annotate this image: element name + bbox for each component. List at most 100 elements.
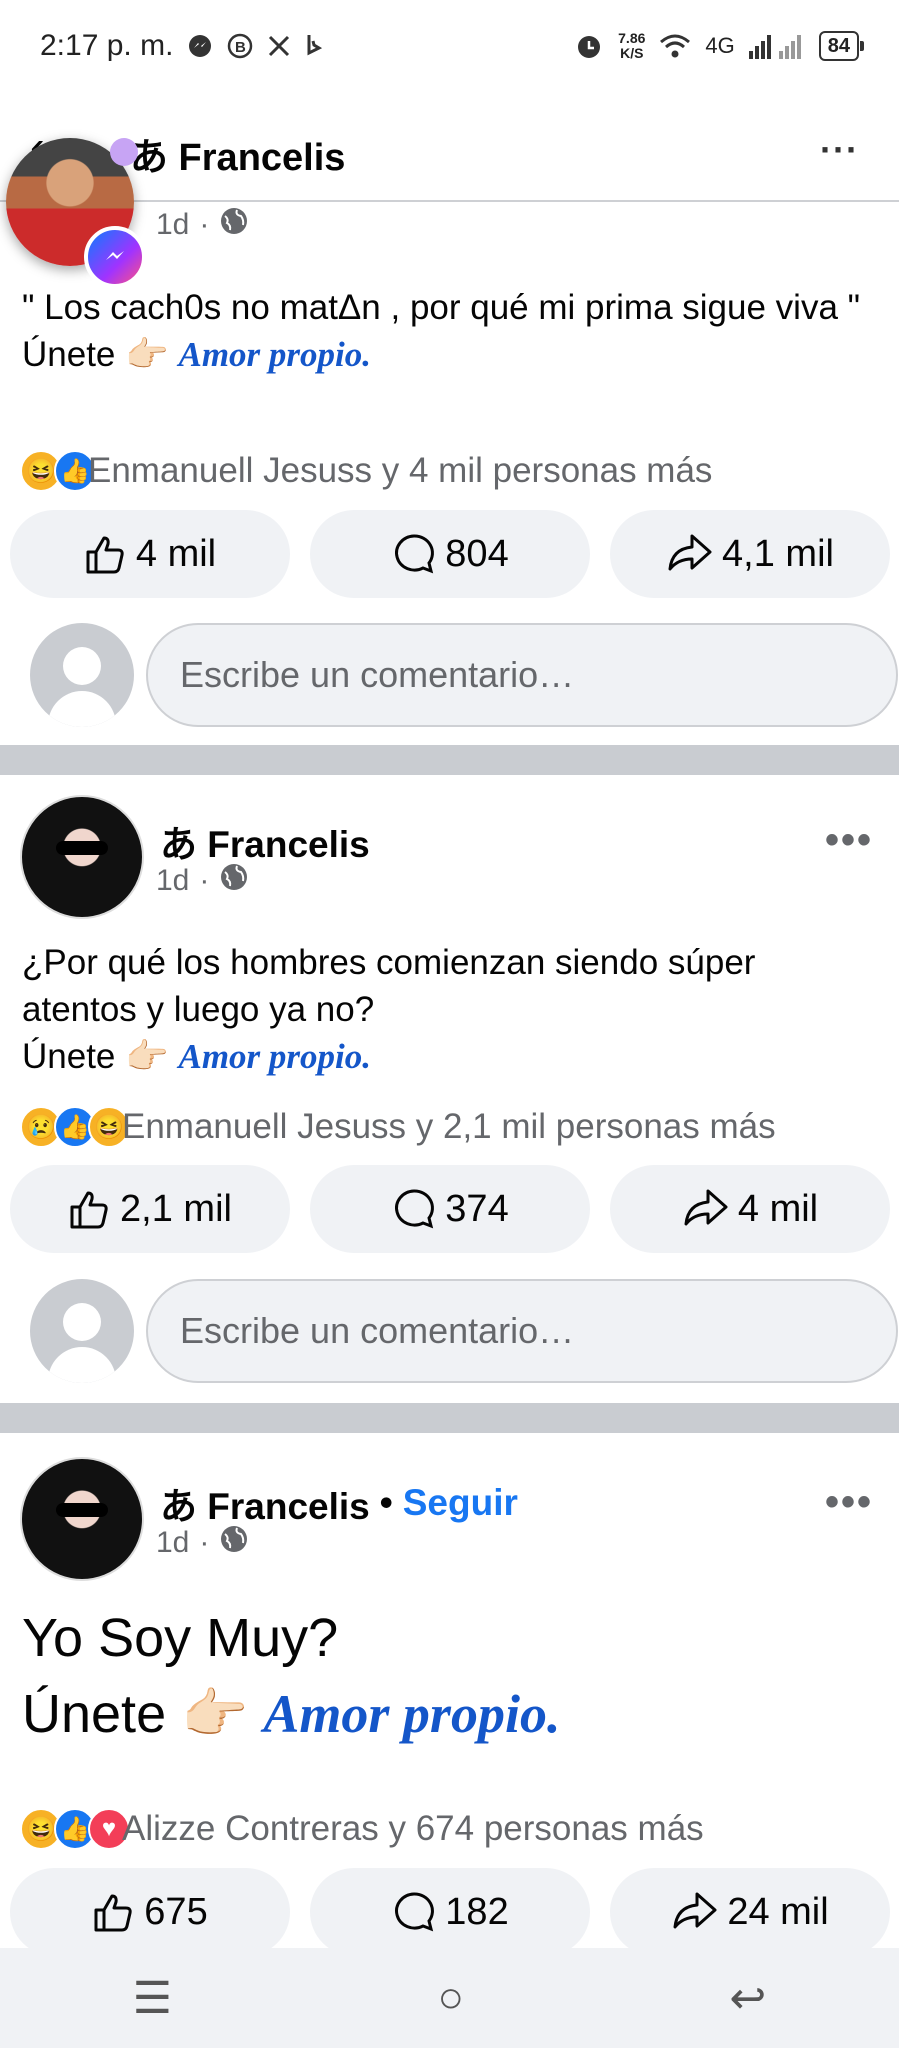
group-link[interactable]: Amor propio.	[178, 1037, 371, 1076]
pointing-emoji: 👉🏻	[181, 1684, 249, 1744]
comment-count: 374	[445, 1187, 509, 1230]
share-button[interactable]: 4,1 mil	[610, 510, 890, 598]
reaction-summary[interactable]: 😆 👍 Enmanuell Jesuss y 4 mil personas má…	[20, 450, 712, 492]
share-arrow-icon	[668, 534, 712, 571]
globe-icon	[219, 1524, 249, 1562]
comment-input[interactable]: Escribe un comentario…	[146, 1279, 898, 1383]
author-avatar[interactable]	[20, 795, 144, 919]
post-separator	[0, 745, 899, 775]
share-count: 4 mil	[737, 1187, 819, 1230]
like-count: 2,1 mil	[120, 1187, 232, 1230]
network-type: 4G	[705, 33, 735, 58]
like-count: 4 mil	[135, 532, 217, 575]
reaction-summary[interactable]: 😢 👍 😆 Enmanuell Jesuss y 2,1 mil persona…	[20, 1106, 776, 1148]
meta-separator: ·	[199, 208, 210, 241]
post-options-button[interactable]: •••	[825, 818, 873, 863]
comment-button[interactable]: 804	[310, 510, 590, 598]
post-text: ¿Por qué los hombres comienzan siendo sú…	[22, 939, 877, 1080]
post-time[interactable]: 1d	[156, 208, 189, 242]
comment-count: 804	[445, 532, 509, 575]
share-button[interactable]: 24 mil	[610, 1868, 890, 1956]
speed-value: 7.86	[618, 30, 646, 46]
group-link[interactable]: Amor propio.	[178, 335, 371, 374]
user-avatar[interactable]	[30, 1279, 134, 1383]
post-options-button[interactable]: •••	[825, 1480, 873, 1525]
clock: 2:17 p. m.	[40, 29, 174, 62]
alarm-icon	[574, 31, 604, 61]
comment-bubble-icon	[395, 534, 435, 574]
home-button[interactable]: ○	[437, 1973, 464, 2023]
x-app-icon	[267, 34, 291, 58]
share-count: 4,1 mil	[722, 532, 834, 575]
battery-indicator: 84	[818, 31, 865, 61]
join-text: Únete	[22, 335, 116, 374]
post-text-line: ¿Por qué los hombres comienzan siendo sú…	[22, 943, 756, 1029]
post-separator	[0, 1403, 899, 1433]
post-text-line: " Los cach0s no matΔn , por qué mi prima…	[22, 288, 861, 327]
like-count: 675	[144, 1890, 208, 1933]
status-bar: 2:17 p. m. B 7.86 K/S 4G 84	[0, 0, 899, 92]
system-nav-bar: ☰ ○ ↩	[0, 1948, 899, 2048]
globe-icon	[219, 206, 249, 244]
author-row: あ Francelis • Seguir	[160, 1476, 518, 1530]
post-actions: 675 182 24 mil	[10, 1868, 890, 1956]
comment-composer: Escribe un comentario…	[30, 1279, 898, 1383]
author-avatar[interactable]	[20, 1457, 144, 1581]
post-actions: 4 mil 804 4,1 mil	[10, 510, 890, 598]
post-actions: 2,1 mil 374 4 mil	[10, 1165, 890, 1253]
share-button[interactable]: 4 mil	[610, 1165, 890, 1253]
join-text: Únete	[22, 1037, 116, 1076]
like-button[interactable]: 4 mil	[10, 510, 290, 598]
speed-unit: K/S	[620, 45, 644, 61]
author-name[interactable]: あ Francelis	[160, 814, 370, 868]
unread-dot	[110, 138, 138, 166]
reactions-text: Enmanuell Jesuss y 2,1 mil personas más	[122, 1107, 776, 1146]
svg-text:B: B	[235, 39, 246, 56]
join-line: Únete 👉🏻 Amor propio.	[22, 1033, 877, 1080]
reactions-text: Enmanuell Jesuss y 4 mil personas más	[88, 451, 713, 490]
bing-icon	[305, 33, 325, 59]
back-button[interactable]: ↩	[729, 1973, 766, 2024]
thumbs-up-icon	[86, 536, 124, 574]
post-text: " Los cach0s no matΔn , por qué mi prima…	[22, 284, 877, 378]
post-time[interactable]: 1d	[156, 1526, 189, 1560]
status-right: 7.86 K/S 4G 84	[574, 31, 865, 61]
post-text: Yo Soy Muy? Únete 👉🏻 Amor propio.	[22, 1600, 877, 1752]
like-button[interactable]: 675	[10, 1868, 290, 1956]
join-line: Únete 👉🏻 Amor propio.	[22, 1676, 877, 1752]
author-name[interactable]: あ Francelis	[160, 1476, 370, 1530]
comment-composer: Escribe un comentario…	[30, 623, 898, 727]
network-speed: 7.86 K/S	[618, 31, 645, 61]
meta-separator: ·	[199, 1526, 210, 1559]
bullet-separator: •	[379, 1482, 393, 1523]
post-meta: 1d ·	[156, 1524, 249, 1562]
follow-button[interactable]: Seguir	[403, 1482, 518, 1524]
comment-button[interactable]: 182	[310, 1868, 590, 1956]
comment-bubble-icon	[395, 1189, 435, 1229]
join-line: Únete 👉🏻 Amor propio.	[22, 331, 877, 378]
post-meta: 1d ·	[156, 206, 249, 244]
recent-apps-button[interactable]: ☰	[133, 1973, 172, 2024]
comment-input[interactable]: Escribe un comentario…	[146, 623, 898, 727]
comment-button[interactable]: 374	[310, 1165, 590, 1253]
share-arrow-icon	[684, 1189, 728, 1226]
user-avatar[interactable]	[30, 623, 134, 727]
reaction-summary[interactable]: 😆 👍 ♥ Alizze Contreras y 674 personas má…	[20, 1808, 704, 1850]
like-button[interactable]: 2,1 mil	[10, 1165, 290, 1253]
wifi-icon	[659, 33, 691, 59]
more-options-button[interactable]: ···	[820, 129, 859, 171]
messenger-icon	[84, 226, 146, 288]
pointing-emoji: 👉🏻	[125, 1037, 169, 1076]
pointing-emoji: 👉🏻	[125, 335, 169, 374]
page-title: あ Francelis	[130, 137, 346, 179]
thumbs-up-icon	[70, 1191, 108, 1229]
post-time[interactable]: 1d	[156, 864, 189, 898]
b-notification-icon: B	[227, 33, 253, 59]
reactions-text: Alizze Contreras y 674 personas más	[122, 1809, 704, 1848]
signal-icon	[748, 33, 805, 59]
comment-count: 182	[445, 1890, 509, 1933]
share-count: 24 mil	[727, 1890, 829, 1933]
chat-head-bubble[interactable]	[6, 138, 146, 288]
share-arrow-icon	[673, 1892, 717, 1929]
group-link[interactable]: Amor propio.	[263, 1684, 560, 1744]
